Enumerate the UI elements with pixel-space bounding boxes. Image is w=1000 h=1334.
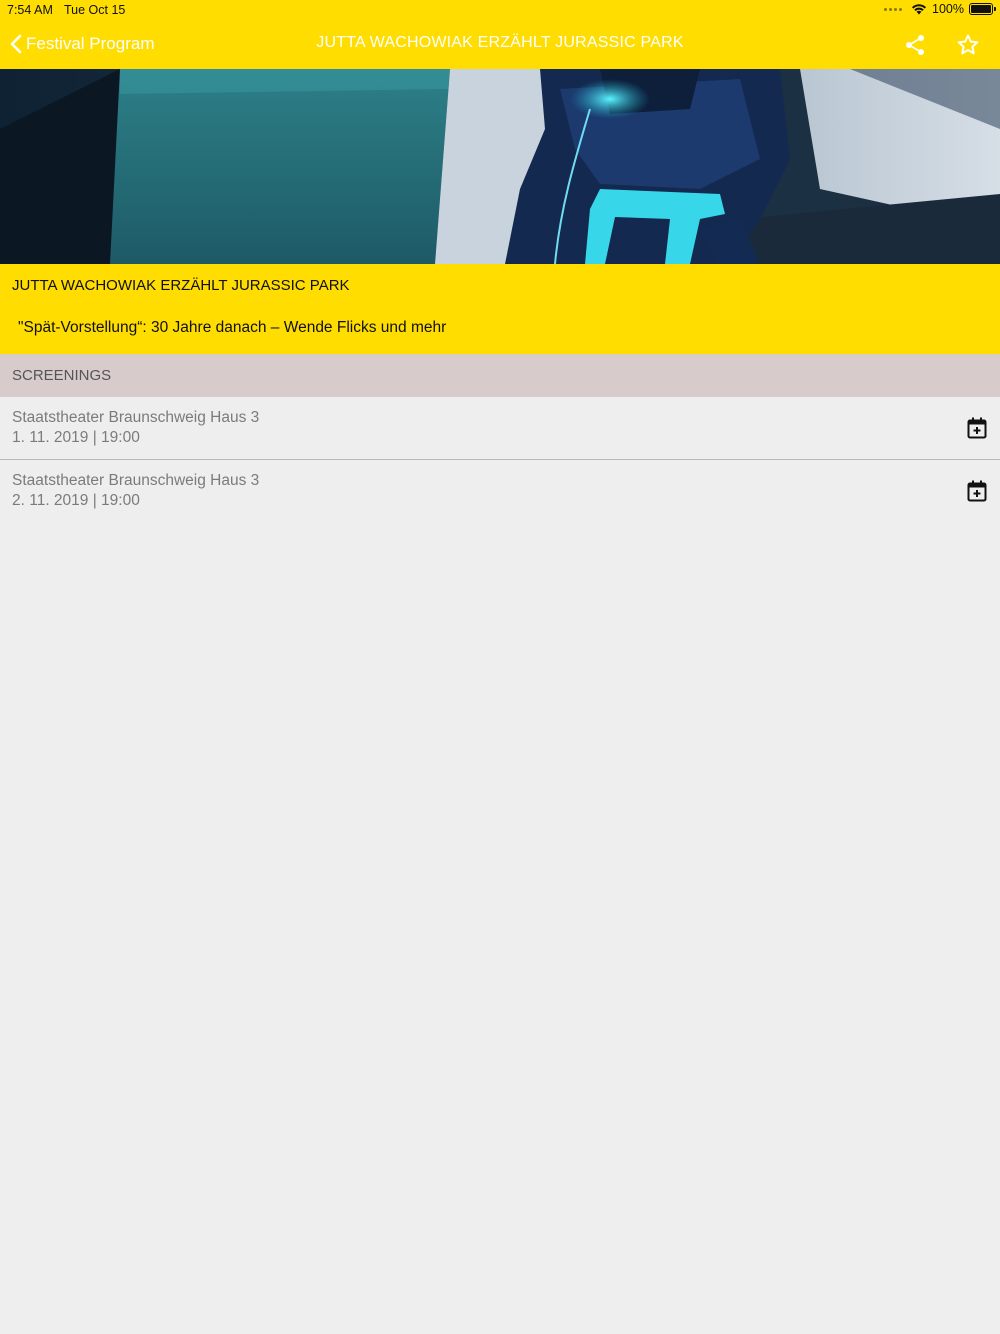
calendar-add-icon — [967, 417, 987, 439]
event-info: JUTTA WACHOWIAK ERZÄHLT JURASSIC PARK "S… — [0, 264, 1000, 354]
add-to-calendar-button[interactable] — [966, 480, 988, 502]
calendar-add-icon — [967, 480, 987, 502]
nav-title: JUTTA WACHOWIAK ERZÄHLT JURASSIC PARK — [316, 34, 684, 51]
add-to-calendar-button[interactable] — [966, 417, 988, 439]
screenings-header-label: SCREENINGS — [12, 367, 112, 384]
performer-photo — [0, 69, 1000, 264]
back-button[interactable]: Festival Program — [10, 30, 154, 58]
screening-venue: Staatstheater Braunschweig Haus 3 — [12, 409, 260, 426]
wifi-icon — [912, 4, 927, 15]
battery-percent: 100% — [932, 2, 964, 16]
share-button[interactable] — [900, 30, 930, 60]
status-date: Tue Oct 15 — [64, 3, 126, 17]
signal-dots-icon — [884, 7, 903, 11]
screening-row[interactable]: Staatstheater Braunschweig Haus 3 1. 11.… — [0, 397, 1000, 459]
screening-datetime: 1. 11. 2019 | 19:00 — [12, 429, 140, 446]
status-bar: 7:54 AM Tue Oct 15 100% — [0, 0, 1000, 20]
screenings-header: SCREENINGS — [0, 354, 1000, 397]
event-title: JUTTA WACHOWIAK ERZÄHLT JURASSIC PARK — [12, 277, 350, 294]
event-hero-image — [0, 69, 1000, 264]
navigation-bar: Festival Program JUTTA WACHOWIAK ERZÄHLT… — [0, 20, 1000, 69]
star-outline-icon — [957, 34, 979, 55]
screening-datetime: 2. 11. 2019 | 19:00 — [12, 492, 140, 509]
chevron-left-icon — [10, 34, 22, 54]
share-icon — [906, 35, 924, 55]
status-right: 100% — [884, 2, 996, 16]
event-subtitle: "Spät-Vorstellung“: 30 Jahre danach – We… — [18, 319, 447, 336]
status-time: 7:54 AM — [7, 3, 53, 17]
top-bar: 7:54 AM Tue Oct 15 100% Festival Program… — [0, 0, 1000, 69]
screening-venue: Staatstheater Braunschweig Haus 3 — [12, 472, 260, 489]
screening-row[interactable]: Staatstheater Braunschweig Haus 3 2. 11.… — [0, 460, 1000, 522]
battery-icon — [969, 3, 996, 15]
back-button-label: Festival Program — [26, 34, 155, 53]
favorite-button[interactable] — [953, 30, 983, 60]
